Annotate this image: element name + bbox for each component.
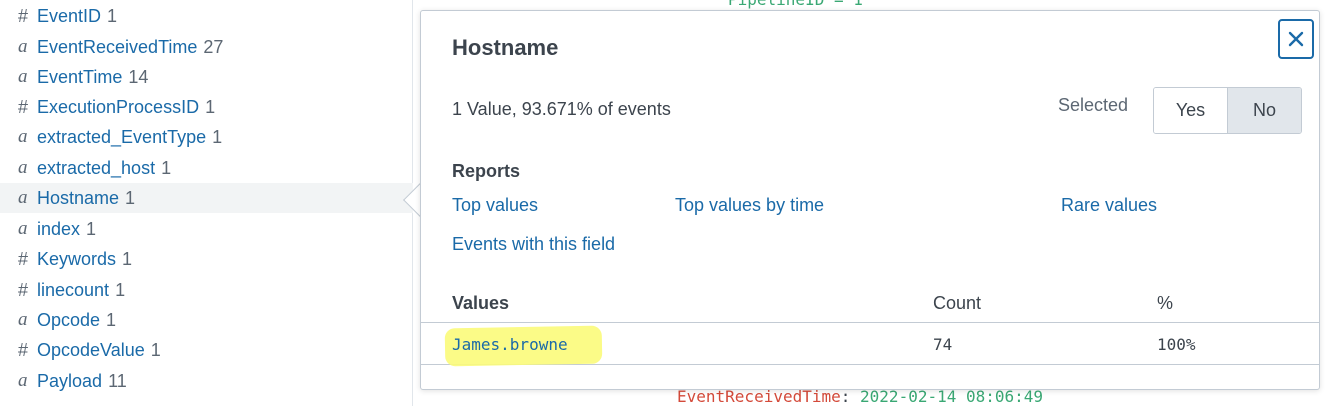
value-count: 74 <box>933 335 953 354</box>
reports-heading: Reports <box>452 161 521 181</box>
field-item-linecount[interactable]: # linecount 1 <box>0 275 413 305</box>
field-item-keywords[interactable]: # Keywords 1 <box>0 244 413 274</box>
selected-yes-button[interactable]: Yes <box>1154 88 1228 133</box>
field-item-hostname[interactable]: a Hostname 1 <box>0 183 413 213</box>
top-values-link[interactable]: Top values <box>452 195 538 216</box>
field-count: 1 <box>205 96 216 117</box>
field-type-icon: # <box>18 96 29 117</box>
field-count: 14 <box>128 66 149 87</box>
field-count: 1 <box>212 126 223 147</box>
field-type-icon: # <box>18 248 29 269</box>
selected-toggle: Yes No <box>1153 87 1302 134</box>
field-type-icon: # <box>18 279 29 300</box>
field-count: 1 <box>107 5 118 26</box>
field-count: 1 <box>150 339 161 360</box>
field-name: extracted_host <box>37 157 156 178</box>
field-item-index[interactable]: a index 1 <box>0 214 413 244</box>
field-type-icon: a <box>18 309 28 330</box>
field-summary-popover: Hostname 1 Value, 93.671% of events Sele… <box>420 10 1320 390</box>
field-item-extracted-eventtype[interactable]: a extracted_EventType 1 <box>0 122 413 152</box>
field-item-eventreceivedtime[interactable]: a EventReceivedTime 27 <box>0 32 413 62</box>
field-name: EventReceivedTime <box>37 36 198 57</box>
close-button[interactable] <box>1278 19 1314 59</box>
field-count: 11 <box>108 370 127 391</box>
field-name: Payload <box>37 370 103 391</box>
values-table-header: Values Count % <box>421 287 1319 323</box>
field-item-opcode[interactable]: a Opcode 1 <box>0 305 413 335</box>
selected-label: Selected <box>1058 95 1129 115</box>
top-values-by-time-link[interactable]: Top values by time <box>675 195 824 216</box>
table-row: James.browne 74 100% <box>421 324 1319 367</box>
field-name: index <box>37 218 81 239</box>
value-percent: 100% <box>1157 335 1196 354</box>
field-name: EventID <box>37 5 102 26</box>
field-type-icon: a <box>18 157 28 178</box>
field-count: 1 <box>125 187 136 208</box>
close-icon <box>1288 31 1304 47</box>
field-name: Opcode <box>37 309 101 330</box>
field-type-icon: a <box>18 36 28 57</box>
selected-no-button[interactable]: No <box>1228 88 1301 133</box>
field-type-icon: # <box>18 5 29 26</box>
field-name: Hostname <box>37 187 120 208</box>
field-count: 27 <box>203 36 224 57</box>
field-name: Keywords <box>37 248 117 269</box>
value-link[interactable]: James.browne <box>452 335 568 354</box>
field-count: 1 <box>122 248 133 269</box>
popover-title: Hostname <box>452 35 559 60</box>
values-column-header: Values <box>452 293 510 313</box>
field-name: extracted_EventType <box>37 126 207 147</box>
event-pipeline-text: PipelineID = 1 <box>728 0 863 9</box>
field-count: 1 <box>86 218 97 239</box>
field-count: 1 <box>115 279 126 300</box>
field-type-icon: a <box>18 66 28 87</box>
field-type-icon: a <box>18 218 28 239</box>
field-item-eventtime[interactable]: a EventTime 14 <box>0 62 413 92</box>
field-item-extracted-host[interactable]: a extracted_host 1 <box>0 153 413 183</box>
value-summary: 1 Value, 93.671% of events <box>452 99 671 119</box>
field-item-payload[interactable]: a Payload 11 <box>0 366 413 396</box>
field-type-icon: a <box>18 370 28 391</box>
field-type-icon: a <box>18 126 28 147</box>
field-name: linecount <box>37 279 110 300</box>
field-item-executionprocessid[interactable]: # ExecutionProcessID 1 <box>0 92 413 122</box>
field-name: ExecutionProcessID <box>37 96 200 117</box>
field-item-eventid[interactable]: # EventID 1 <box>0 1 413 31</box>
rare-values-link[interactable]: Rare values <box>1061 195 1157 216</box>
field-count: 1 <box>161 157 172 178</box>
events-with-field-link[interactable]: Events with this field <box>452 234 615 255</box>
field-name: OpcodeValue <box>37 339 145 360</box>
percent-column-header: % <box>1157 293 1174 313</box>
field-list: # EventID 1 a EventReceivedTime 27 a Eve… <box>0 0 413 406</box>
field-name: EventTime <box>37 66 123 87</box>
field-type-icon: # <box>18 339 29 360</box>
field-item-opcodevalue[interactable]: # OpcodeValue 1 <box>0 335 413 365</box>
field-count: 1 <box>106 309 117 330</box>
count-column-header: Count <box>933 293 982 313</box>
field-type-icon: a <box>18 187 28 208</box>
